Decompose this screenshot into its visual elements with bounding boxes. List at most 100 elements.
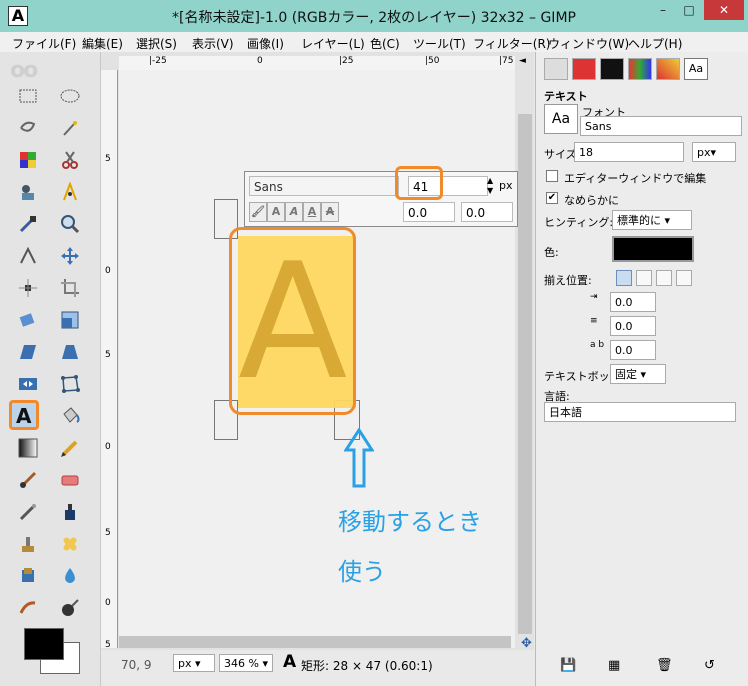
cage-icon[interactable] (56, 370, 84, 398)
free-select-icon[interactable] (14, 114, 42, 142)
unit-select-value: px (178, 657, 192, 670)
menu-image[interactable]: 画像(I) (247, 35, 284, 52)
justify-right-icon[interactable] (636, 270, 652, 286)
box-select[interactable]: 固定 ▾ (610, 364, 666, 384)
zoom-select[interactable]: 346 % ▾ (219, 654, 273, 672)
justify-left-icon[interactable] (616, 270, 632, 286)
device-status-icon[interactable] (572, 58, 596, 80)
restore-options-icon[interactable]: ▦ (608, 658, 624, 674)
navigate-icon[interactable]: ✥ (521, 636, 532, 651)
patterns-icon[interactable] (656, 58, 680, 80)
justify-center-icon[interactable] (656, 270, 672, 286)
gradient-icon[interactable] (14, 434, 42, 462)
flip-icon[interactable] (14, 370, 42, 398)
move-icon[interactable] (56, 242, 84, 270)
reset-options-icon[interactable]: ↺ (704, 658, 720, 674)
delete-options-icon[interactable]: 🗑 (656, 658, 673, 674)
foreground-select-icon[interactable] (14, 178, 42, 206)
bucket-fill-icon[interactable] (56, 402, 84, 430)
baseline-field[interactable]: 0.0 (403, 202, 455, 222)
menu-layer[interactable]: レイヤー(L) (301, 35, 365, 52)
size-input[interactable]: 18 (574, 142, 684, 162)
menu-file[interactable]: ファイル(F) (12, 35, 76, 52)
eraser-icon[interactable] (56, 466, 84, 494)
line-spacing-input[interactable]: 0.0 (610, 316, 656, 336)
text-color-swatch[interactable] (612, 236, 694, 262)
ellipse-select-icon[interactable] (56, 82, 84, 110)
menu-help[interactable]: ヘルプ(H) (628, 35, 682, 52)
justify-fill-icon[interactable] (676, 270, 692, 286)
scale-icon[interactable] (56, 306, 84, 334)
minimize-button[interactable]: – (650, 0, 676, 20)
fg-bg-colors[interactable] (24, 628, 80, 674)
clone-icon[interactable] (14, 530, 42, 558)
blur-icon[interactable] (56, 562, 84, 590)
menu-tools[interactable]: ツール(T) (413, 35, 466, 52)
vertical-scrollbar[interactable] (518, 114, 532, 634)
ink-icon[interactable] (56, 498, 84, 526)
airbrush-icon[interactable] (14, 498, 42, 526)
undo-icon[interactable] (600, 58, 624, 80)
strikethrough-button[interactable]: A (321, 202, 339, 222)
indent-input[interactable]: 0.0 (610, 292, 656, 312)
clear-style-icon[interactable]: 🖌 (249, 202, 267, 222)
editor-checkbox[interactable] (546, 170, 558, 182)
save-options-icon[interactable]: 💾 (560, 658, 576, 674)
paintbrush-icon[interactable] (14, 466, 42, 494)
status-bar: 70, 9 px ▾ 346 % ▾ A 矩形: 28 × 47 (0.60:1… (101, 650, 534, 686)
images-icon[interactable] (628, 58, 652, 80)
antialias-checkbox[interactable]: ✔ (546, 192, 558, 204)
bold-button[interactable]: A (267, 202, 285, 222)
fuzzy-select-icon[interactable] (56, 114, 84, 142)
close-button[interactable]: ✕ (704, 0, 744, 20)
underline-button[interactable]: A (303, 202, 321, 222)
rotate-icon[interactable] (14, 306, 42, 334)
menu-select[interactable]: 選択(S) (136, 35, 177, 52)
heal-icon[interactable] (56, 530, 84, 558)
menu-bar: ファイル(F) 編集(E) 選択(S) 表示(V) 画像(I) レイヤー(L) … (0, 32, 748, 52)
menu-filters[interactable]: フィルター(R) (473, 35, 550, 52)
ruler-corner-arrow-icon[interactable]: ◄ (519, 56, 526, 66)
line-spacing-icon: ≡ (590, 316, 598, 326)
color-select-icon[interactable] (14, 146, 42, 174)
svg-text:A: A (16, 405, 32, 425)
unit-select[interactable]: px ▾ (173, 654, 215, 672)
align-icon[interactable] (14, 274, 42, 302)
horizontal-scrollbar[interactable] (119, 636, 511, 648)
size-unit-select[interactable]: px▾ (692, 142, 736, 162)
kerning-field[interactable]: 0.0 (461, 202, 513, 222)
smudge-icon[interactable] (14, 594, 42, 622)
font-preview-icon[interactable]: Aa (544, 104, 578, 134)
maximize-button[interactable]: □ (676, 0, 702, 20)
vertical-ruler[interactable]: 5 0 5 0 5 0 5 (101, 70, 118, 650)
zoom-icon[interactable] (56, 210, 84, 238)
menu-edit[interactable]: 編集(E) (82, 35, 123, 52)
color-picker-icon[interactable] (14, 210, 42, 238)
dodge-burn-icon[interactable] (56, 594, 84, 622)
language-input[interactable]: 日本語 (544, 402, 736, 422)
perspective-icon[interactable] (56, 338, 84, 366)
tool-options-icon[interactable] (544, 58, 568, 80)
hinting-select[interactable]: 標準的に ▾ (612, 210, 692, 230)
text-icon[interactable]: A (9, 400, 39, 430)
horizontal-ruler[interactable]: |-25 0 |25 |50 |75 (119, 56, 515, 71)
menu-view[interactable]: 表示(V) (192, 35, 234, 52)
font-input[interactable]: Sans (580, 116, 742, 136)
letter-spacing-input[interactable]: 0.0 (610, 340, 656, 360)
size-unit[interactable]: px (499, 176, 519, 196)
shear-icon[interactable] (14, 338, 42, 366)
crop-icon[interactable] (56, 274, 84, 302)
foreground-color-swatch[interactable] (24, 628, 64, 660)
measure-icon[interactable] (14, 242, 42, 270)
perspective-clone-icon[interactable] (14, 562, 42, 590)
font-field[interactable]: Sans (249, 176, 399, 196)
size-spinner-icon[interactable]: ▲ ▼ (487, 176, 493, 196)
menu-windows[interactable]: ウィンドウ(W) (548, 35, 629, 52)
rect-select-icon[interactable] (14, 82, 42, 110)
fonts-icon[interactable]: Aa (684, 58, 708, 80)
scissors-icon[interactable] (56, 146, 84, 174)
pencil-icon[interactable] (56, 434, 84, 462)
menu-colors[interactable]: 色(C) (370, 35, 400, 52)
italic-button[interactable]: A (285, 202, 303, 222)
paths-icon[interactable] (56, 178, 84, 206)
